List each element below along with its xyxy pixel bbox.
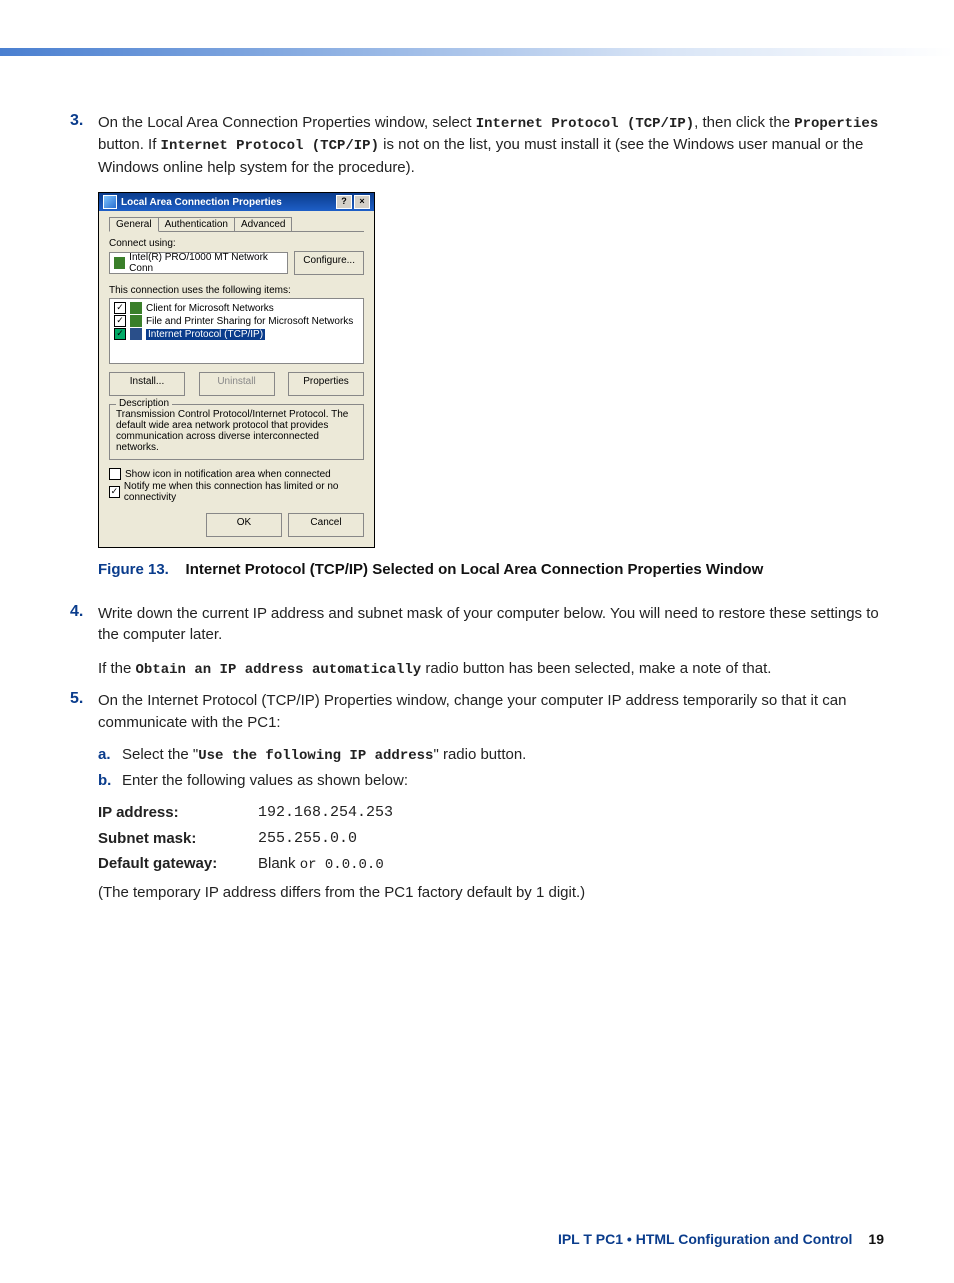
- step-4-note-b: radio button has been selected, make a n…: [421, 660, 771, 677]
- adapter-field: Intel(R) PRO/1000 MT Network Conn: [109, 252, 288, 274]
- step-3: 3. On the Local Area Connection Properti…: [70, 112, 884, 178]
- description-legend: Description: [116, 398, 172, 409]
- figure-13-caption: Figure 13. Internet Protocol (TCP/IP) Se…: [98, 560, 884, 580]
- step-4: 4. Write down the current IP address and…: [70, 603, 884, 681]
- step-3-text-c: button. If: [98, 136, 161, 153]
- tcpip-icon: [130, 328, 142, 340]
- install-button[interactable]: Install...: [109, 372, 185, 396]
- substep-b-text: Enter the following values as shown belo…: [122, 770, 884, 792]
- description-fieldset: Description Transmission Control Protoco…: [109, 404, 364, 460]
- figure-title: Internet Protocol (TCP/IP) Selected on L…: [186, 561, 764, 578]
- items-label: This connection uses the following items…: [109, 285, 364, 296]
- share-icon: [130, 315, 142, 327]
- dialog-tabs: General Authentication Advanced: [109, 217, 364, 232]
- substep-a-mono: Use the following IP address: [198, 748, 433, 764]
- checkbox-icon[interactable]: [114, 315, 126, 327]
- step-3-mono-b: Properties: [794, 116, 878, 132]
- gateway-mono: or 0.0.0.0: [300, 857, 384, 873]
- step-4-body: Write down the current IP address and su…: [98, 603, 884, 681]
- step-5-body: On the Internet Protocol (TCP/IP) Proper…: [98, 690, 884, 903]
- notify-label: Notify me when this connection has limit…: [124, 481, 364, 503]
- ip-address-label: IP address:: [98, 802, 258, 824]
- subnet-mask-value: 255.255.0.0: [258, 828, 357, 850]
- step-5-text: On the Internet Protocol (TCP/IP) Proper…: [98, 690, 884, 734]
- figure-label: Figure 13.: [98, 561, 169, 578]
- configure-button[interactable]: Configure...: [294, 251, 364, 275]
- step-3-number: 3.: [70, 112, 98, 178]
- window-icon: [103, 195, 117, 209]
- step-4-number: 4.: [70, 603, 98, 681]
- subnet-mask-label: Subnet mask:: [98, 828, 258, 850]
- notify-checkbox[interactable]: [109, 486, 120, 498]
- substep-a-body: Select the "Use the following IP address…: [122, 744, 884, 766]
- step-3-text-a: On the Local Area Connection Properties …: [98, 114, 476, 131]
- page-content: 3. On the Local Area Connection Properti…: [0, 56, 954, 903]
- show-icon-checkbox[interactable]: [109, 468, 121, 480]
- footer-page-number: 19: [868, 1231, 884, 1247]
- help-button[interactable]: ?: [336, 195, 352, 209]
- show-icon-label: Show icon in notification area when conn…: [125, 469, 331, 480]
- client-icon: [130, 302, 142, 314]
- list-item[interactable]: File and Printer Sharing for Microsoft N…: [114, 315, 359, 327]
- ok-button[interactable]: OK: [206, 513, 282, 537]
- step-3-text-b: , then click the: [694, 114, 794, 131]
- substep-a-pre: Select the ": [122, 746, 198, 763]
- step-5: 5. On the Internet Protocol (TCP/IP) Pro…: [70, 690, 884, 903]
- substep-b-key: b.: [98, 770, 122, 792]
- checkbox-icon[interactable]: [114, 328, 126, 340]
- properties-button[interactable]: Properties: [288, 372, 364, 396]
- item-share-label: File and Printer Sharing for Microsoft N…: [146, 316, 353, 327]
- footer-text: IPL T PC1 • HTML Configuration and Contr…: [558, 1231, 852, 1247]
- page-footer: IPL T PC1 • HTML Configuration and Contr…: [558, 1231, 884, 1247]
- tab-advanced[interactable]: Advanced: [234, 217, 292, 231]
- ip-values-table: IP address: 192.168.254.253 Subnet mask:…: [98, 802, 884, 876]
- adapter-name: Intel(R) PRO/1000 MT Network Conn: [129, 252, 283, 274]
- dialog-titlebar[interactable]: Local Area Connection Properties ? ×: [99, 193, 374, 211]
- substep-a-post: " radio button.: [433, 746, 526, 763]
- default-gateway-value: Blank or 0.0.0.0: [258, 853, 384, 875]
- step-5-number: 5.: [70, 690, 98, 903]
- tab-general[interactable]: General: [109, 217, 159, 232]
- ip-address-value: 192.168.254.253: [258, 802, 393, 824]
- default-gateway-label: Default gateway:: [98, 853, 258, 875]
- checkbox-icon[interactable]: [114, 302, 126, 314]
- list-item[interactable]: Internet Protocol (TCP/IP): [114, 328, 359, 340]
- page-top-bar: [0, 48, 954, 56]
- list-item[interactable]: Client for Microsoft Networks: [114, 302, 359, 314]
- step-3-body: On the Local Area Connection Properties …: [98, 112, 884, 178]
- step-3-mono-c: Internet Protocol (TCP/IP): [161, 138, 379, 154]
- cancel-button[interactable]: Cancel: [288, 513, 364, 537]
- lac-properties-dialog: Local Area Connection Properties ? × Gen…: [98, 192, 375, 548]
- item-tcpip-label: Internet Protocol (TCP/IP): [146, 329, 265, 340]
- step-4-note-a: If the: [98, 660, 136, 677]
- step-3-mono-a: Internet Protocol (TCP/IP): [476, 116, 694, 132]
- step-5-note: (The temporary IP address differs from t…: [98, 882, 884, 904]
- item-client-label: Client for Microsoft Networks: [146, 303, 274, 314]
- connect-using-label: Connect using:: [109, 238, 364, 249]
- description-text: Transmission Control Protocol/Internet P…: [116, 409, 357, 453]
- gateway-pre: Blank: [258, 855, 300, 872]
- connection-items-list[interactable]: Client for Microsoft Networks File and P…: [109, 298, 364, 364]
- substep-a-key: a.: [98, 744, 122, 766]
- tab-authentication[interactable]: Authentication: [158, 217, 235, 231]
- step-4-mono: Obtain an IP address automatically: [136, 662, 422, 678]
- nic-icon: [114, 257, 125, 269]
- uninstall-button[interactable]: Uninstall: [199, 372, 275, 396]
- dialog-title-text: Local Area Connection Properties: [121, 197, 282, 208]
- close-button[interactable]: ×: [354, 195, 370, 209]
- step-4-text: Write down the current IP address and su…: [98, 603, 884, 647]
